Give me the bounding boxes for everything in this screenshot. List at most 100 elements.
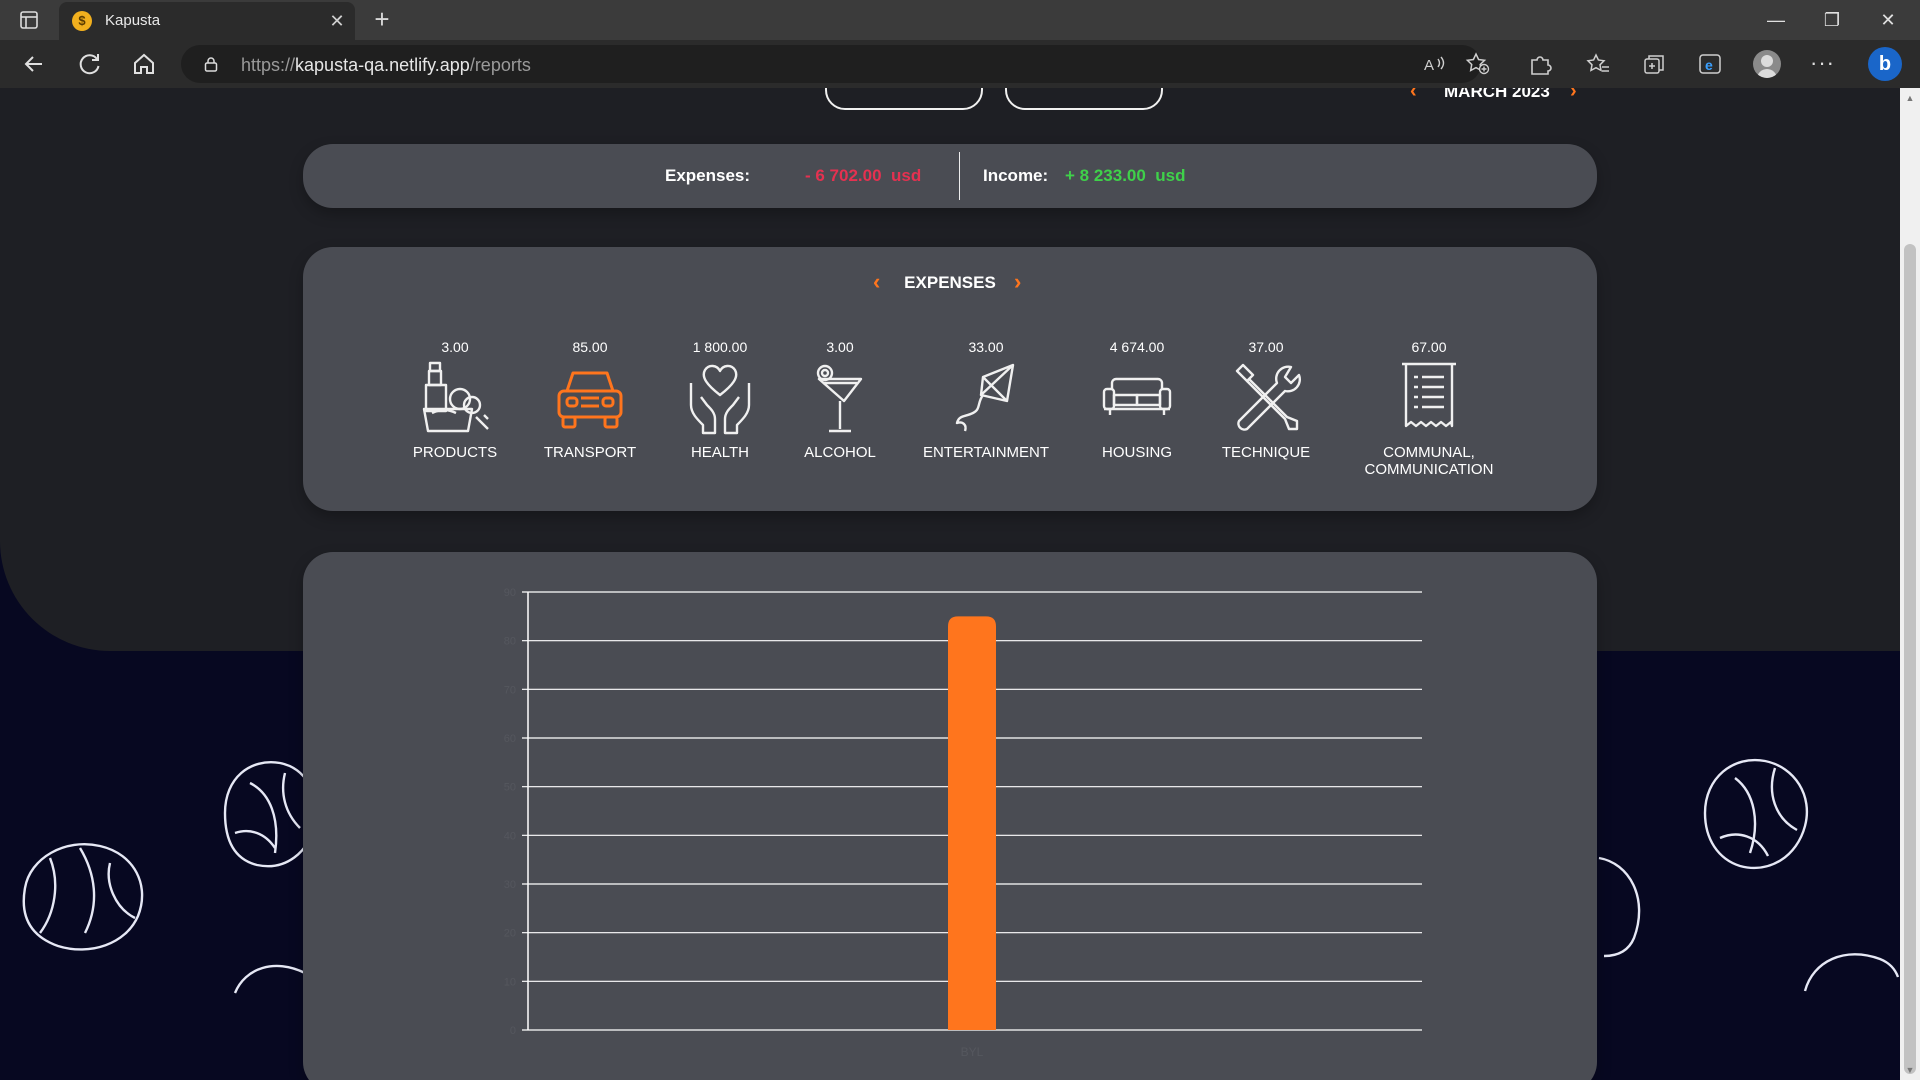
category-communal-communication[interactable]: 67.00 COMMUNAL, COMMUNICATION — [1343, 339, 1515, 478]
prev-mode-arrow-icon[interactable]: ‹ — [873, 271, 880, 293]
browser-tab-bar: $ Kapusta ✕ + — ❐ ✕ — [0, 0, 1920, 40]
favorites-icon[interactable] — [1584, 50, 1612, 78]
category-label: TRANSPORT — [543, 444, 637, 461]
tab-actions-icon[interactable] — [18, 9, 40, 31]
category-housing[interactable]: 4 674.00 HOUSING — [1062, 339, 1212, 461]
refresh-icon[interactable] — [74, 48, 106, 80]
y-tick-label: 40 — [504, 830, 516, 842]
category-products[interactable]: 3.00 PRODUCTS — [380, 339, 530, 461]
page-scrollbar[interactable]: ▲ ▼ — [1900, 88, 1920, 1080]
next-month-arrow-icon[interactable]: › — [1570, 88, 1577, 103]
cocktail-icon — [816, 364, 863, 433]
expenses-value: - 6 702.00 usd — [805, 166, 922, 185]
period-selector: ‹ MARCH 2023 › — [1400, 88, 1580, 104]
kapusta-favicon-icon: $ — [72, 11, 92, 31]
profile-avatar[interactable] — [1753, 50, 1781, 78]
scroll-thumb[interactable] — [1904, 244, 1916, 1074]
browser-tab[interactable]: $ Kapusta ✕ — [59, 2, 355, 40]
back-icon[interactable] — [18, 48, 50, 80]
income-label: Income: — [983, 166, 1049, 185]
x-tick-label: BYL — [961, 1045, 984, 1059]
extensions-icon[interactable] — [1526, 50, 1554, 78]
ie-mode-icon[interactable]: e — [1696, 50, 1724, 78]
kite-icon — [955, 363, 1015, 432]
car-icon — [557, 371, 623, 429]
category-amount: 3.00 — [826, 339, 854, 355]
top-button-right[interactable] — [1005, 88, 1163, 110]
url-host: kapusta-qa.netlify.app — [295, 55, 470, 75]
expenses-bar-chart: 0 10 20 30 40 50 60 70 80 90 BYL — [504, 587, 1422, 1059]
tab-close-icon[interactable]: ✕ — [327, 11, 347, 31]
more-options-icon[interactable]: ··· — [1810, 50, 1835, 76]
income-value: + 8 233.00 usd — [1065, 166, 1186, 185]
url-text[interactable]: https://kapusta-qa.netlify.app/reports — [241, 55, 531, 76]
cabbage-decoration-icon — [1803, 953, 1900, 992]
bing-chat-icon[interactable]: b — [1868, 47, 1902, 81]
read-aloud-icon[interactable]: A — [1421, 50, 1449, 78]
heart-hands-icon — [689, 364, 751, 435]
category-amount: 37.00 — [1248, 339, 1284, 355]
category-mode-switcher: ‹ EXPENSES › — [303, 271, 1597, 295]
category-alcohol[interactable]: 3.00 ALCOHOL — [765, 339, 915, 461]
sofa-icon — [1102, 377, 1172, 415]
category-label: PRODUCTS — [412, 444, 498, 461]
y-tick-label: 60 — [504, 733, 516, 745]
summary-divider — [959, 152, 960, 200]
category-amount: 67.00 — [1411, 339, 1447, 355]
categories-card: ‹ EXPENSES › 3.00 PRODUCTS 85.00 TRANSPO… — [303, 247, 1597, 511]
products-icon — [422, 361, 489, 433]
prev-month-arrow-icon[interactable]: ‹ — [1410, 88, 1417, 103]
restore-icon[interactable]: ❐ — [1804, 0, 1860, 40]
category-label: TECHNIQUE — [1221, 444, 1311, 461]
summary-bar: Expenses: - 6 702.00 usd Income: + 8 233… — [303, 144, 1597, 208]
home-icon[interactable] — [128, 48, 160, 80]
scroll-up-arrow-icon[interactable]: ▲ — [1904, 92, 1916, 104]
category-mode-title: EXPENSES — [904, 273, 996, 292]
y-tick-label: 30 — [504, 879, 516, 891]
y-tick-label: 70 — [504, 684, 516, 696]
svg-text:A: A — [1424, 57, 1434, 74]
browser-toolbar: https://kapusta-qa.netlify.app/reports A… — [0, 40, 1920, 88]
lock-icon[interactable] — [203, 56, 219, 72]
cabbage-decoration-icon — [1598, 856, 1641, 958]
category-label: HOUSING — [1101, 444, 1172, 461]
y-tick-label: 50 — [504, 782, 516, 794]
category-entertainment[interactable]: 33.00 ENTERTAINMENT — [911, 339, 1061, 461]
y-tick-label: 0 — [510, 1025, 516, 1037]
expenses-label: Expenses: — [665, 166, 751, 185]
tools-icon — [1235, 363, 1301, 431]
receipt-icon — [1402, 362, 1456, 428]
y-tick-label: 20 — [504, 928, 516, 940]
y-tick-label: 10 — [504, 976, 516, 988]
y-tick-label: 90 — [504, 587, 516, 599]
category-technique[interactable]: 37.00 TECHNIQUE — [1191, 339, 1341, 461]
svg-text:e: e — [1705, 57, 1713, 73]
next-mode-arrow-icon[interactable]: › — [1014, 271, 1021, 293]
category-transport[interactable]: 85.00 TRANSPORT — [515, 339, 665, 461]
address-bar[interactable]: https://kapusta-qa.netlify.app/reports A — [181, 45, 1490, 83]
chart-card: 0 10 20 30 40 50 60 70 80 90 BYL — [303, 552, 1597, 1080]
tab-title: Kapusta — [105, 12, 161, 29]
url-path: /reports — [469, 55, 531, 75]
period-label: MARCH 2023 — [1444, 88, 1550, 101]
top-button-left[interactable] — [825, 88, 983, 110]
category-amount: 33.00 — [968, 339, 1004, 355]
cabbage-decoration-icon — [22, 843, 144, 951]
new-tab-icon[interactable]: + — [368, 6, 396, 34]
category-amount: 85.00 — [572, 339, 608, 355]
reports-page: ‹ MARCH 2023 › Expenses: - 6 702.00 usd … — [0, 88, 1900, 1080]
category-amount: 4 674.00 — [1109, 339, 1165, 355]
collections-icon[interactable] — [1640, 50, 1668, 78]
category-label: ENTERTAINMENT — [922, 444, 1050, 461]
url-scheme: https:// — [241, 55, 296, 75]
y-tick-label: 80 — [504, 636, 516, 648]
chart-bar[interactable] — [948, 616, 996, 1030]
category-label: COMMUNAL, COMMUNICATION — [1364, 444, 1494, 478]
add-favorite-icon[interactable] — [1464, 50, 1492, 78]
window-close-icon[interactable]: ✕ — [1860, 0, 1916, 40]
scroll-down-arrow-icon[interactable]: ▼ — [1904, 1064, 1916, 1076]
cabbage-decoration-icon — [1703, 758, 1808, 869]
minimize-icon[interactable]: — — [1748, 0, 1804, 40]
category-label: ALCOHOL — [804, 444, 876, 461]
category-amount: 3.00 — [441, 339, 469, 355]
